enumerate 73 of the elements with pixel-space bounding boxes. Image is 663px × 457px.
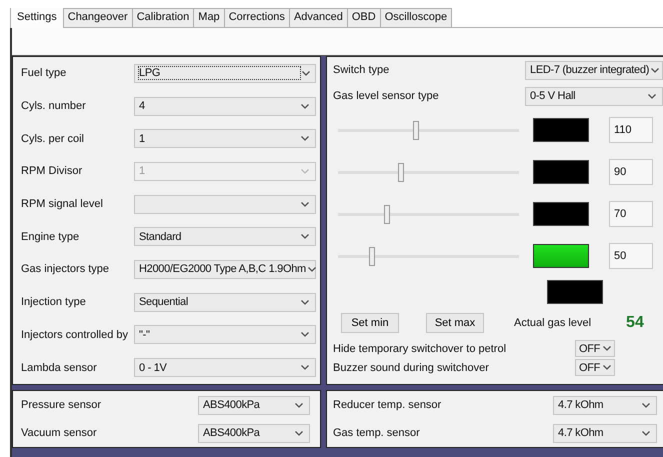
chevron-down-icon [301,202,309,207]
chevron-down-icon [642,430,650,436]
slider-thumb[interactable] [398,162,404,182]
dropdown[interactable]: 4.7 kOhm [553,424,657,442]
tab[interactable]: Changeover [62,8,133,27]
chevron-down-icon [651,68,660,72]
chevron-down-icon [603,365,611,370]
chevron-down-icon [301,136,309,142]
chevron-down-icon [301,332,309,338]
chevron-down-icon [295,402,303,408]
chevron-down-icon [642,402,650,408]
field-label: Gas level sensor type [333,90,439,102]
chevron-down-icon [308,266,316,272]
dropdown[interactable]: OFF [575,340,615,357]
field-label: Pressure sensor [21,399,102,411]
field-label: Injection type [21,296,86,308]
dropdown[interactable]: 4 [134,96,316,116]
input-field[interactable]: 50 [609,243,653,269]
input-field[interactable]: 90 [609,159,653,185]
tab[interactable]: Corrections [224,8,290,27]
chevron-down-icon [648,94,656,98]
field-label: RPM Divisor [21,165,82,178]
chevron-down-icon [603,346,611,351]
field-label: RPM signal level [21,198,103,210]
field-label: Cyls. per coil [21,132,84,145]
field-label: Switch type [333,64,390,76]
chevron-down-icon [301,300,309,305]
chevron-down-icon [301,168,309,174]
slider-thumb[interactable] [384,204,390,224]
input-field[interactable]: 70 [609,201,653,227]
dropdown[interactable]: Standard [134,227,316,246]
field-label: Hide temporary switchover to petrol [333,342,506,354]
field-label: Buzzer sound during switchover [333,362,489,374]
field-label: Vacuum sensor [21,427,97,439]
input-field[interactable]: 110 [609,117,653,143]
dropdown[interactable]: 0-5 V Hall [525,86,663,106]
dropdown[interactable]: 1 [134,129,316,148]
chevron-down-icon [301,365,309,370]
field-label: Engine type [21,230,80,243]
button[interactable]: Set min [341,313,399,333]
dropdown[interactable]: ABS400kPa [198,424,310,442]
gas-level-value: 54 [626,314,644,332]
dropdown[interactable]: Sequential [134,292,316,312]
field-label: Cyls. number [21,100,86,112]
field-label: Actual gas level [514,317,592,329]
tab[interactable]: Map [193,8,225,27]
dropdown[interactable]: OFF [575,359,615,376]
dropdown[interactable]: ABS400kPa [198,396,310,414]
chevron-down-icon [301,104,309,109]
chevron-down-icon [301,234,309,240]
field-label: Reducer temp. sensor [333,399,442,411]
button[interactable]: Set max [426,313,484,333]
dropdown[interactable]: LPG [134,64,316,83]
field-label: Lambda sensor [21,362,97,374]
field-label: Gas temp. sensor [333,427,420,439]
tab[interactable]: Settings [10,8,64,28]
tab[interactable]: OBD [346,8,381,27]
slider-thumb[interactable] [412,120,419,140]
tab[interactable]: Advanced [288,8,348,27]
chevron-down-icon [295,430,303,436]
dropdown[interactable]: 0 - 1V [134,358,316,378]
tab[interactable]: Oscilloscope [380,8,452,27]
dropdown[interactable]: 4.7 kOhm [553,396,657,414]
field-label: Injectors controlled by [21,328,128,341]
dropdown[interactable]: H2000/EG2000 Type A,B,C 1.9Ohm [134,260,316,279]
dropdown[interactable] [134,194,316,214]
field-label: Fuel type [21,67,66,80]
field-label: Gas injectors type [21,263,110,276]
chevron-down-icon [302,70,310,76]
tab[interactable]: Calibration [132,8,194,27]
slider-thumb[interactable] [369,246,376,266]
dropdown[interactable]: "-" [134,325,316,344]
dropdown[interactable]: LED-7 (buzzer integrated) [525,60,663,80]
